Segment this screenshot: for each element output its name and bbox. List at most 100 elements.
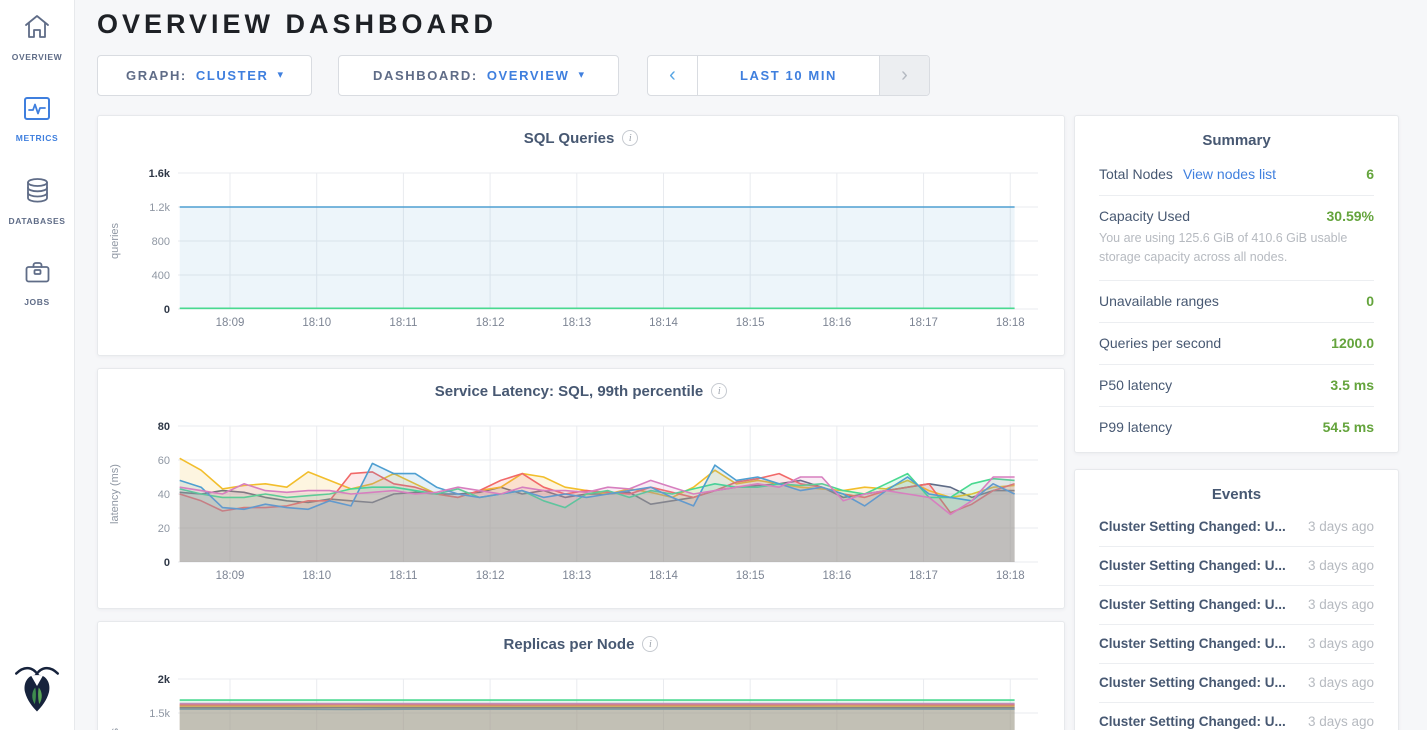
event-time: 3 days ago: [1308, 597, 1374, 612]
graph-dropdown-label: GRAPH:: [126, 68, 187, 83]
summary-row-p99-latency: P99 latency 54.5 ms: [1099, 406, 1374, 448]
sidebar-item-overview[interactable]: OVERVIEW: [0, 13, 74, 62]
sidebar-item-label: OVERVIEW: [12, 52, 62, 62]
summary-value: 3.5 ms: [1330, 377, 1374, 393]
time-window-picker: ‹ LAST 10 MIN ›: [647, 55, 930, 96]
summary-value: 6: [1366, 166, 1374, 182]
event-time: 3 days ago: [1308, 714, 1374, 729]
info-icon[interactable]: i: [711, 383, 727, 399]
summary-label: Total Nodes: [1099, 166, 1173, 182]
svg-text:2k: 2k: [158, 674, 171, 686]
dashboard-dropdown[interactable]: DASHBOARD: OVERVIEW ▾: [338, 55, 619, 96]
time-window-next-button[interactable]: ›: [879, 56, 929, 95]
svg-text:18:09: 18:09: [216, 570, 245, 582]
svg-text:60: 60: [158, 455, 170, 467]
chart-title: Service Latency: SQL, 99th percentile: [435, 383, 703, 400]
svg-text:18:12: 18:12: [476, 570, 505, 582]
summary-value: 1200.0: [1331, 335, 1374, 351]
event-title: Cluster Setting Changed: U...: [1099, 636, 1286, 651]
svg-text:18:17: 18:17: [909, 317, 938, 329]
controls-row: GRAPH: CLUSTER ▾ DASHBOARD: OVERVIEW ▾ ‹…: [97, 55, 1427, 96]
replicas-per-node-chart: 00.5k1k1.5k2k18:0918:1018:1118:1218:1318…: [106, 664, 1056, 730]
sidebar-item-jobs[interactable]: JOBS: [0, 260, 74, 307]
svg-text:18:18: 18:18: [996, 317, 1025, 329]
svg-text:40: 40: [158, 489, 170, 501]
briefcase-icon: [24, 260, 51, 290]
event-title: Cluster Setting Changed: U...: [1099, 714, 1286, 729]
svg-text:18:16: 18:16: [822, 317, 851, 329]
event-row: Cluster Setting Changed: U... 3 days ago: [1099, 546, 1374, 585]
content-row: SQL Queries i 04008001.2k1.6k18:0918:101…: [97, 115, 1427, 730]
event-title: Cluster Setting Changed: U...: [1099, 558, 1286, 573]
event-time: 3 days ago: [1308, 636, 1374, 651]
cockroachdb-logo: [14, 659, 60, 718]
event-time: 3 days ago: [1308, 558, 1374, 573]
svg-text:1.6k: 1.6k: [149, 168, 171, 180]
chevron-down-icon: ▾: [578, 70, 584, 81]
summary-row-total-nodes: Total Nodes View nodes list 6: [1099, 154, 1374, 195]
svg-text:18:13: 18:13: [562, 317, 591, 329]
capacity-description: You are using 125.6 GiB of 410.6 GiB usa…: [1099, 229, 1374, 267]
graph-dropdown-value: CLUSTER: [196, 68, 269, 83]
svg-text:1.2k: 1.2k: [149, 202, 170, 214]
summary-label: Capacity Used: [1099, 208, 1190, 224]
summary-label: Queries per second: [1099, 335, 1221, 351]
main-area: OVERVIEW DASHBOARD GRAPH: CLUSTER ▾ DASH…: [75, 0, 1427, 730]
svg-text:0: 0: [164, 557, 170, 569]
svg-text:18:11: 18:11: [389, 317, 417, 329]
metrics-icon: [23, 96, 51, 126]
info-icon[interactable]: i: [642, 636, 658, 652]
time-window-label[interactable]: LAST 10 MIN: [698, 56, 879, 95]
svg-text:18:10: 18:10: [302, 317, 331, 329]
page-title: OVERVIEW DASHBOARD: [97, 9, 1427, 40]
svg-text:1.5k: 1.5k: [149, 708, 170, 720]
view-nodes-list-link[interactable]: View nodes list: [1183, 166, 1276, 182]
svg-text:400: 400: [152, 270, 170, 282]
svg-text:0: 0: [164, 304, 170, 316]
chart-title: SQL Queries: [524, 130, 615, 147]
event-row: Cluster Setting Changed: U... 3 days ago: [1099, 663, 1374, 702]
svg-text:18:13: 18:13: [562, 570, 591, 582]
summary-label: Unavailable ranges: [1099, 293, 1219, 309]
summary-row-capacity-used: Capacity Used 30.59% You are using 125.6…: [1099, 195, 1374, 280]
service-latency-chart: 02040608018:0918:1018:1118:1218:1318:141…: [106, 411, 1056, 594]
time-window-prev-button[interactable]: ‹: [648, 56, 698, 95]
summary-value: 30.59%: [1327, 208, 1374, 224]
summary-row-p50-latency: P50 latency 3.5 ms: [1099, 364, 1374, 406]
event-row: Cluster Setting Changed: U... 3 days ago: [1099, 624, 1374, 663]
svg-text:18:09: 18:09: [216, 317, 245, 329]
sql-queries-chart: 0 400 800 1.2k 1.6k 18:09 18:10 18:11 18:12 18:13…: [106, 158, 1056, 341]
event-title: Cluster Setting Changed: U...: [1099, 519, 1286, 534]
svg-text:80: 80: [158, 421, 170, 433]
summary-panel-title: Summary: [1099, 132, 1374, 149]
svg-text:18:12: 18:12: [476, 317, 505, 329]
summary-label: P99 latency: [1099, 419, 1172, 435]
info-icon[interactable]: i: [622, 130, 638, 146]
svg-text:18:11: 18:11: [389, 570, 417, 582]
svg-text:18:17: 18:17: [909, 570, 938, 582]
svg-text:800: 800: [152, 236, 170, 248]
summary-label: P50 latency: [1099, 377, 1172, 393]
graph-dropdown[interactable]: GRAPH: CLUSTER ▾: [97, 55, 312, 96]
svg-text:18:10: 18:10: [302, 570, 331, 582]
chevron-down-icon: ▾: [277, 70, 283, 81]
event-time: 3 days ago: [1308, 675, 1374, 690]
sidebar-item-databases[interactable]: DATABASES: [0, 177, 74, 226]
sidebar-item-metrics[interactable]: METRICS: [0, 96, 74, 143]
summary-panel: Summary Total Nodes View nodes list 6 Ca…: [1074, 115, 1399, 453]
events-panel-title: Events: [1099, 486, 1374, 503]
summary-row-queries-per-second: Queries per second 1200.0: [1099, 322, 1374, 364]
summary-value: 0: [1366, 293, 1374, 309]
svg-text:18:15: 18:15: [736, 570, 765, 582]
sidebar: OVERVIEW METRICS DATABASES: [0, 0, 75, 730]
sidebar-item-label: DATABASES: [8, 216, 65, 226]
event-title: Cluster Setting Changed: U...: [1099, 597, 1286, 612]
home-icon: [22, 13, 52, 45]
svg-text:18:14: 18:14: [649, 317, 678, 329]
sidebar-item-label: JOBS: [24, 297, 50, 307]
chart-card-sql-queries: SQL Queries i 0 400 800 1.2k 1.6k 18:09 18:10 1…: [97, 115, 1065, 356]
svg-text:queries: queries: [109, 222, 121, 259]
event-title: Cluster Setting Changed: U...: [1099, 675, 1286, 690]
charts-column: SQL Queries i 04008001.2k1.6k18:0918:101…: [97, 115, 1065, 730]
event-row: Cluster Setting Changed: U... 3 days ago: [1099, 585, 1374, 624]
